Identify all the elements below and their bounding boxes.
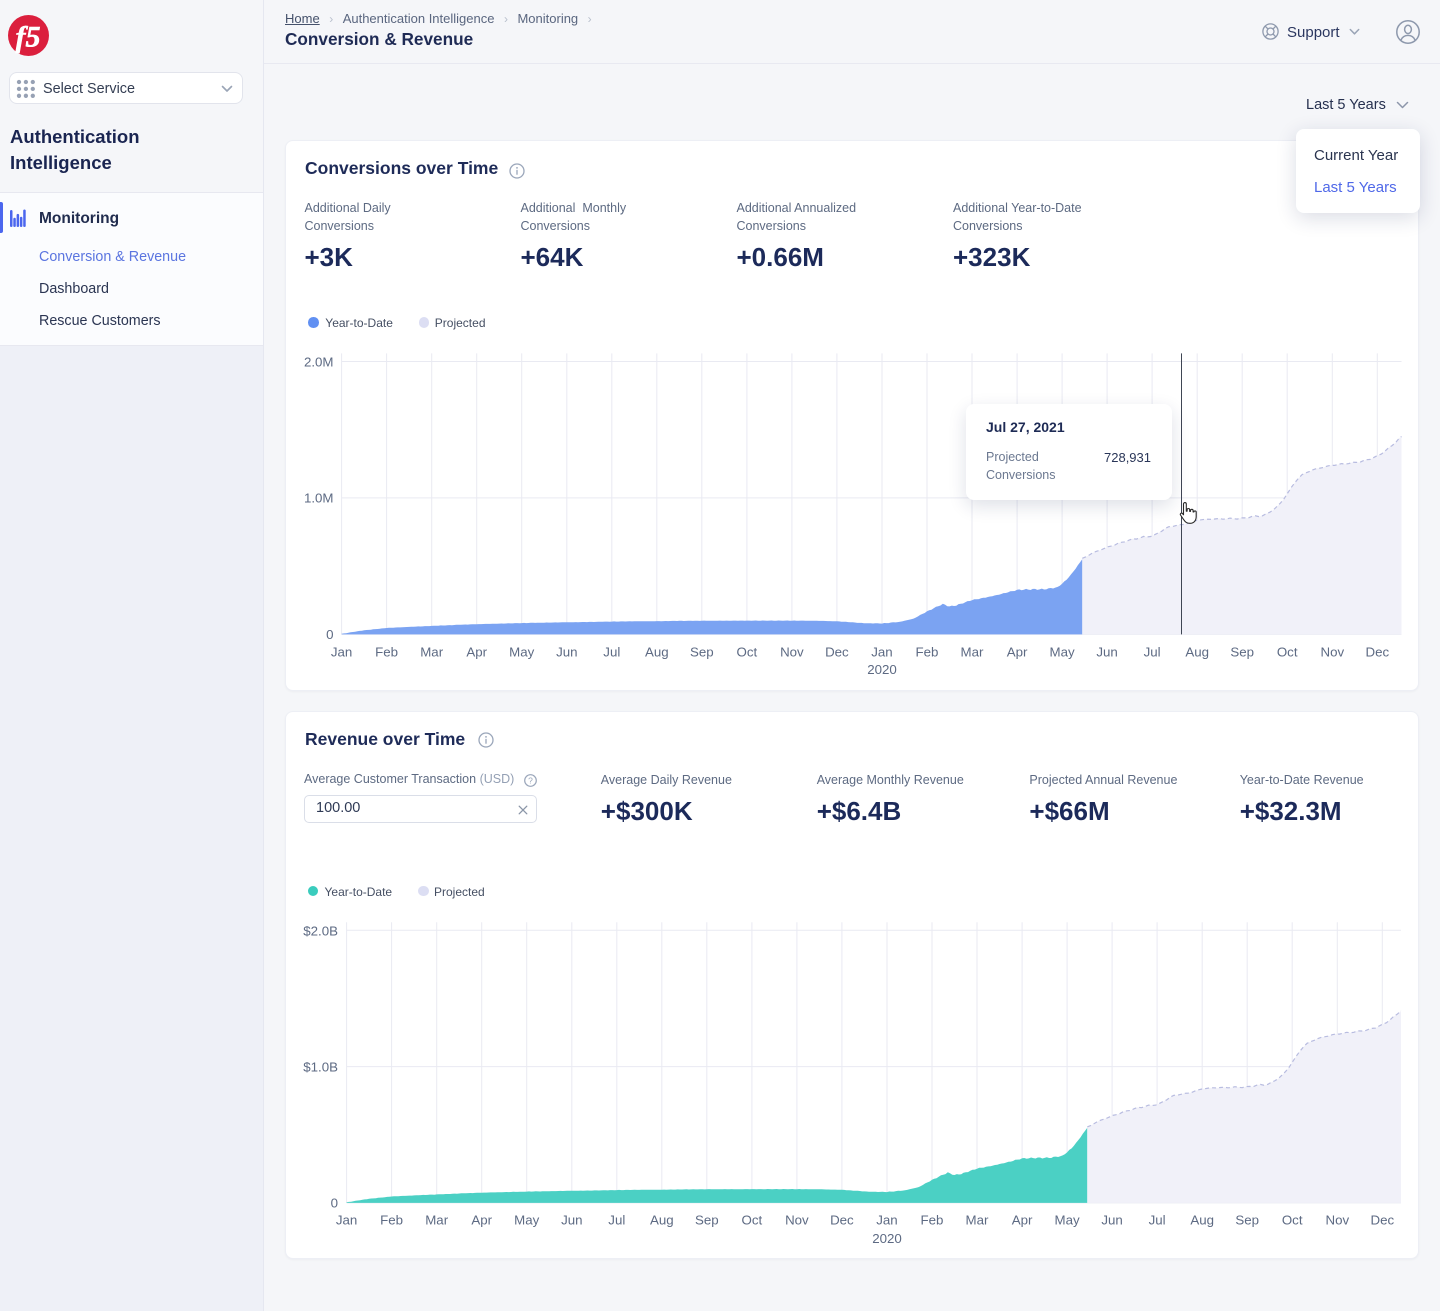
- svg-text:Apr: Apr: [1007, 644, 1028, 659]
- svg-text:Mar: Mar: [420, 644, 443, 659]
- svg-text:Jun: Jun: [1096, 644, 1117, 659]
- svg-text:Jan: Jan: [876, 1212, 897, 1227]
- svg-text:Jan: Jan: [871, 644, 892, 659]
- svg-text:1.0M: 1.0M: [304, 491, 334, 506]
- svg-text:Mar: Mar: [425, 1212, 448, 1227]
- svg-text:May: May: [514, 1212, 539, 1227]
- svg-text:Mar: Mar: [966, 1212, 989, 1227]
- svg-text:Oct: Oct: [742, 1212, 763, 1227]
- svg-text:$1.0B: $1.0B: [303, 1060, 338, 1075]
- svg-text:$2.0B: $2.0B: [303, 923, 338, 938]
- svg-text:Oct: Oct: [1277, 644, 1298, 659]
- svg-text:May: May: [1055, 1212, 1080, 1227]
- svg-text:Jan: Jan: [331, 644, 352, 659]
- svg-text:Jul: Jul: [603, 644, 620, 659]
- svg-text:Aug: Aug: [650, 1212, 674, 1227]
- svg-text:Jan: Jan: [336, 1212, 357, 1227]
- svg-text:Jun: Jun: [556, 644, 577, 659]
- svg-text:Aug: Aug: [1185, 644, 1209, 659]
- svg-text:0: 0: [331, 1195, 338, 1210]
- svg-text:2020: 2020: [867, 662, 897, 677]
- svg-text:Nov: Nov: [780, 644, 804, 659]
- svg-text:Feb: Feb: [921, 1212, 944, 1227]
- svg-text:Dec: Dec: [1365, 644, 1389, 659]
- svg-text:2.0M: 2.0M: [304, 355, 334, 370]
- svg-text:May: May: [1050, 644, 1075, 659]
- svg-text:Sep: Sep: [1235, 1212, 1259, 1227]
- svg-text:0: 0: [326, 627, 333, 642]
- svg-text:Jun: Jun: [561, 1212, 582, 1227]
- svg-text:Oct: Oct: [1282, 1212, 1303, 1227]
- svg-text:Dec: Dec: [830, 1212, 854, 1227]
- svg-text:Jun: Jun: [1101, 1212, 1122, 1227]
- svg-text:Aug: Aug: [645, 644, 669, 659]
- svg-text:Feb: Feb: [375, 644, 398, 659]
- svg-text:Dec: Dec: [1370, 1212, 1394, 1227]
- svg-text:Apr: Apr: [466, 644, 487, 659]
- svg-text:Jul: Jul: [608, 1212, 625, 1227]
- svg-text:Aug: Aug: [1190, 1212, 1214, 1227]
- svg-text:Jul: Jul: [1144, 644, 1161, 659]
- svg-text:Nov: Nov: [785, 1212, 809, 1227]
- svg-text:Apr: Apr: [1012, 1212, 1033, 1227]
- svg-text:Sep: Sep: [695, 1212, 719, 1227]
- svg-text:Feb: Feb: [380, 1212, 403, 1227]
- svg-text:Nov: Nov: [1325, 1212, 1349, 1227]
- svg-text:Apr: Apr: [471, 1212, 492, 1227]
- svg-text:Sep: Sep: [690, 644, 714, 659]
- svg-text:2020: 2020: [872, 1231, 902, 1246]
- svg-text:Mar: Mar: [961, 644, 984, 659]
- svg-text:Oct: Oct: [737, 644, 758, 659]
- svg-text:Jul: Jul: [1149, 1212, 1166, 1227]
- svg-text:Dec: Dec: [825, 644, 849, 659]
- svg-text:May: May: [509, 644, 534, 659]
- svg-text:f5: f5: [16, 21, 41, 54]
- svg-text:Nov: Nov: [1320, 644, 1344, 659]
- svg-text:Sep: Sep: [1230, 644, 1254, 659]
- svg-text:Feb: Feb: [916, 644, 939, 659]
